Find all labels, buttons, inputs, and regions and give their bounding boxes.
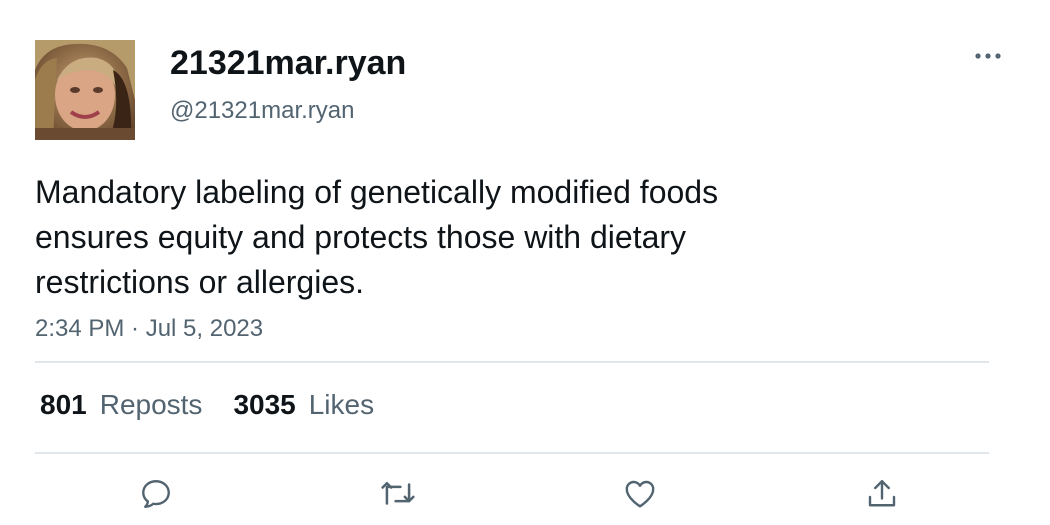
display-name[interactable]: 21321mar.ryan bbox=[170, 42, 406, 84]
likes-count: 3035 bbox=[233, 389, 296, 420]
share-button[interactable] bbox=[862, 474, 902, 514]
repost-button[interactable] bbox=[378, 474, 418, 514]
divider bbox=[35, 361, 989, 363]
reposts-stat[interactable]: 801 Reposts bbox=[40, 387, 202, 423]
divider bbox=[35, 452, 989, 454]
engagement-stats: 801 Reposts 3035 Likes bbox=[40, 387, 374, 423]
likes-label: Likes bbox=[308, 389, 375, 420]
more-horizontal-icon bbox=[975, 53, 1001, 59]
tweet-timestamp[interactable]: 2:34 PM · Jul 5, 2023 bbox=[35, 314, 263, 344]
more-options-button[interactable] bbox=[970, 44, 1006, 68]
profile-photo bbox=[35, 40, 135, 140]
reply-icon bbox=[142, 480, 170, 508]
repost-icon bbox=[381, 481, 415, 505]
like-button[interactable] bbox=[620, 474, 660, 514]
likes-stat[interactable]: 3035 Likes bbox=[233, 387, 374, 423]
reposts-label: Reposts bbox=[99, 389, 203, 420]
avatar[interactable] bbox=[35, 40, 135, 140]
tweet-text: Mandatory labeling of genetically modifi… bbox=[35, 174, 719, 300]
user-handle[interactable]: @21321mar.ryan bbox=[170, 96, 354, 126]
heart-icon bbox=[625, 480, 655, 508]
reposts-count: 801 bbox=[40, 389, 87, 420]
share-icon bbox=[868, 480, 896, 507]
reply-button[interactable] bbox=[136, 474, 176, 514]
